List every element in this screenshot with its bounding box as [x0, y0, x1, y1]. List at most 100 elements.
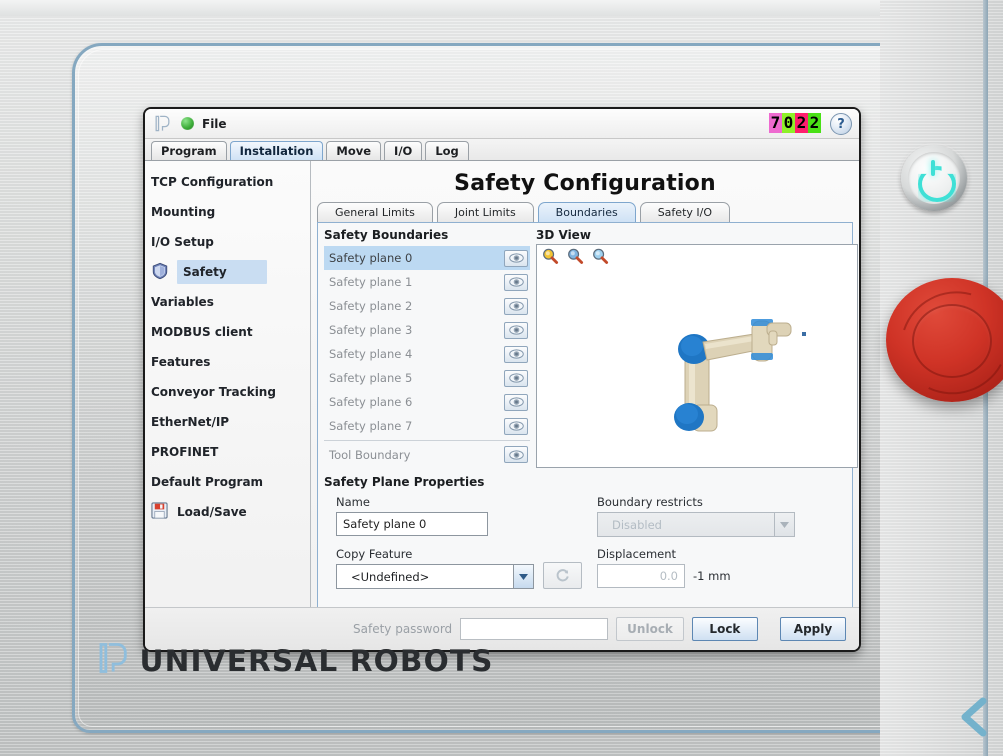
- main-tab-i-o[interactable]: I/O: [384, 141, 423, 160]
- help-icon[interactable]: ?: [830, 113, 852, 135]
- ur-logo-icon: [95, 640, 131, 676]
- boundary-label: Safety plane 5: [329, 371, 413, 385]
- safety-password-label: Safety password: [353, 622, 453, 636]
- safety-sub-tab-bar: General Limits Joint Limits Boundaries Safe…: [311, 202, 859, 222]
- sidebar-item-modbus-client[interactable]: MODBUS client: [145, 317, 310, 347]
- boundary-row[interactable]: Safety plane 4: [324, 342, 530, 366]
- boundary-label: Safety plane 2: [329, 299, 413, 313]
- boundary-label: Safety plane 4: [329, 347, 413, 361]
- ur-logo-icon: [153, 114, 172, 133]
- zoom-out-icon[interactable]: [567, 248, 584, 265]
- pendant-top-highlight: [0, 0, 1003, 16]
- sidebar-item-label: Load/Save: [177, 505, 247, 519]
- shield-icon: [151, 262, 171, 282]
- emergency-stop-ring: [912, 304, 992, 378]
- displacement-input[interactable]: 0.0: [597, 564, 685, 588]
- refresh-icon[interactable]: [543, 562, 582, 589]
- boundary-row[interactable]: Safety plane 1: [324, 270, 530, 294]
- boundary-row[interactable]: Safety plane 0: [324, 246, 530, 270]
- boundary-row[interactable]: Safety plane 3: [324, 318, 530, 342]
- boundary-label: Safety plane 1: [329, 275, 413, 289]
- teach-pendant-body: File 7022 ? Program Installation Move I/O Lo…: [0, 0, 1003, 756]
- sidebar-item-label: EtherNet/IP: [151, 415, 230, 429]
- pendant-screen: File 7022 ? Program Installation Move I/O Lo…: [143, 107, 861, 652]
- sub-tab-general-limits[interactable]: General Limits: [317, 202, 433, 222]
- main-tab-log[interactable]: Log: [425, 141, 469, 160]
- boundaries-panel: Safety Boundaries Safety plane 0 Safety p…: [317, 222, 858, 610]
- boundary-label: Safety plane 6: [329, 395, 413, 409]
- installation-sidebar: TCP Configuration Mounting I/O Setup Safety…: [145, 161, 311, 631]
- sidebar-item-conveyor-tracking[interactable]: Conveyor Tracking: [145, 377, 310, 407]
- safety-plane-properties-title: Safety Plane Properties: [324, 475, 485, 489]
- apply-button[interactable]: Apply: [780, 617, 846, 641]
- power-icon: [918, 160, 956, 202]
- boundary-label: Safety plane 3: [329, 323, 413, 337]
- boundary-row[interactable]: Safety plane 2: [324, 294, 530, 318]
- boundary-row[interactable]: Safety plane 5: [324, 366, 530, 390]
- copy-feature-dropdown[interactable]: <Undefined>: [336, 564, 534, 589]
- status-digit: 2: [795, 113, 808, 133]
- sidebar-item-load-save[interactable]: Load/Save: [145, 497, 310, 527]
- sidebar-item-ethernet-ip[interactable]: EtherNet/IP: [145, 407, 310, 437]
- eye-icon[interactable]: [504, 446, 528, 463]
- app-topbar: File 7022 ?: [145, 109, 859, 139]
- status-digit: 0: [782, 113, 795, 133]
- status-digit: 7: [769, 113, 782, 133]
- brand-block: UNIVERSAL ROBOTS: [95, 640, 492, 676]
- sidebar-item-mounting[interactable]: Mounting: [145, 197, 310, 227]
- plane-name-input[interactable]: Safety plane 0: [336, 512, 488, 536]
- view3d-zoom-tools: [542, 248, 609, 265]
- eye-icon[interactable]: [504, 369, 528, 387]
- sidebar-item-label: I/O Setup: [151, 235, 214, 249]
- safety-boundaries-list: Safety plane 0 Safety plane 1 Safety plane…: [324, 246, 530, 466]
- eye-icon[interactable]: [504, 417, 528, 435]
- boundary-row[interactable]: Tool Boundary: [324, 440, 530, 466]
- sub-tab-boundaries[interactable]: Boundaries: [537, 202, 636, 222]
- zoom-fit-icon[interactable]: [592, 248, 609, 265]
- sidebar-item-variables[interactable]: Variables: [145, 287, 310, 317]
- sub-tab-joint-limits[interactable]: Joint Limits: [436, 202, 534, 222]
- main-tab-installation[interactable]: Installation: [229, 141, 324, 160]
- sidebar-item-default-program[interactable]: Default Program: [145, 467, 310, 497]
- view3d-canvas[interactable]: [536, 244, 858, 468]
- chevron-left-icon[interactable]: [955, 695, 989, 739]
- unlock-button[interactable]: Unlock: [616, 617, 684, 641]
- sidebar-item-label: Features: [151, 355, 211, 369]
- safety-plane-properties-group: Safety Plane Properties Name Safety plan…: [324, 475, 846, 589]
- sub-tab-safety-i-o[interactable]: Safety I/O: [639, 202, 730, 222]
- safety-boundaries-group: Safety Boundaries Safety plane 0 Safety p…: [324, 228, 530, 466]
- status-number-display: 7022: [769, 113, 821, 133]
- safety-password-input[interactable]: [460, 618, 609, 640]
- eye-icon[interactable]: [504, 321, 528, 339]
- name-label: Name: [336, 495, 370, 509]
- sidebar-item-features[interactable]: Features: [145, 347, 310, 377]
- sidebar-item-tcp-configuration[interactable]: TCP Configuration: [145, 167, 310, 197]
- eye-icon[interactable]: [504, 249, 528, 267]
- content-area: Safety Configuration General Limits Joint…: [311, 161, 859, 631]
- main-tab-move[interactable]: Move: [326, 141, 382, 160]
- boundary-row[interactable]: Safety plane 7: [324, 414, 530, 438]
- sidebar-item-profinet[interactable]: PROFINET: [145, 437, 310, 467]
- sidebar-item-label: TCP Configuration: [151, 175, 274, 189]
- boundary-row[interactable]: Safety plane 6: [324, 390, 530, 414]
- file-menu-button[interactable]: File: [202, 117, 227, 131]
- view3d-group: 3D View: [536, 228, 858, 468]
- boundary-restricts-dropdown[interactable]: Disabled: [597, 512, 795, 537]
- lock-button[interactable]: Lock: [691, 617, 758, 641]
- sidebar-item-safety[interactable]: Safety: [145, 257, 310, 287]
- sidebar-item-label: Safety: [177, 260, 267, 284]
- sidebar-item-i-o-setup[interactable]: I/O Setup: [145, 227, 310, 257]
- eye-icon[interactable]: [504, 393, 528, 411]
- eye-icon[interactable]: [504, 273, 528, 291]
- zoom-in-icon[interactable]: [542, 248, 559, 265]
- boundary-label: Safety plane 0: [329, 251, 413, 265]
- robot-arm-model: [674, 319, 806, 432]
- main-tab-program[interactable]: Program: [151, 141, 227, 160]
- eye-icon[interactable]: [504, 297, 528, 315]
- boundary-restricts-label: Boundary restricts: [597, 495, 703, 509]
- chevron-down-icon: [774, 513, 794, 536]
- eye-icon[interactable]: [504, 345, 528, 363]
- page-title: Safety Configuration: [454, 171, 716, 196]
- main-tab-bar: Program Installation Move I/O Log: [145, 139, 859, 160]
- sidebar-item-label: Mounting: [151, 205, 216, 219]
